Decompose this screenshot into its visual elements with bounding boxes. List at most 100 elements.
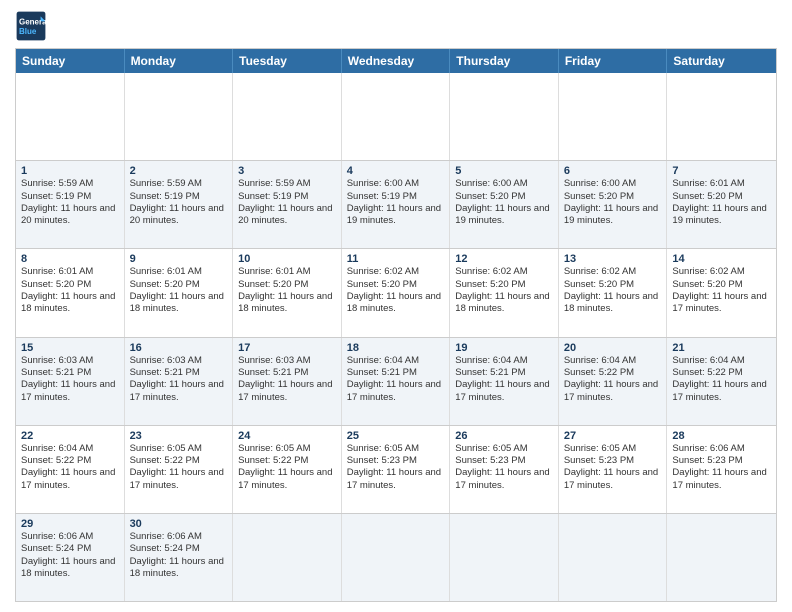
- calendar: SundayMondayTuesdayWednesdayThursdayFrid…: [15, 48, 777, 602]
- day-info: Sunrise: 6:02 AMSunset: 5:20 PMDaylight:…: [564, 266, 662, 315]
- day-number: 3: [238, 165, 336, 177]
- day-info: Sunrise: 6:04 AMSunset: 5:22 PMDaylight:…: [672, 355, 771, 404]
- day-cell-17: 17Sunrise: 6:03 AMSunset: 5:21 PMDayligh…: [233, 338, 342, 425]
- day-number: 21: [672, 342, 771, 354]
- day-info: Sunrise: 6:04 AMSunset: 5:21 PMDaylight:…: [455, 355, 553, 404]
- calendar-row-2: 1Sunrise: 5:59 AMSunset: 5:19 PMDaylight…: [16, 160, 776, 248]
- day-number: 6: [564, 165, 662, 177]
- day-cell-21: 21Sunrise: 6:04 AMSunset: 5:22 PMDayligh…: [667, 338, 776, 425]
- day-cell-11: 11Sunrise: 6:02 AMSunset: 5:20 PMDayligh…: [342, 249, 451, 336]
- calendar-row-1: [16, 73, 776, 160]
- day-of-week-sunday: Sunday: [16, 49, 125, 73]
- day-info: Sunrise: 6:02 AMSunset: 5:20 PMDaylight:…: [455, 266, 553, 315]
- calendar-row-3: 8Sunrise: 6:01 AMSunset: 5:20 PMDaylight…: [16, 248, 776, 336]
- day-info: Sunrise: 6:06 AMSunset: 5:24 PMDaylight:…: [130, 531, 228, 580]
- day-cell-4: 4Sunrise: 6:00 AMSunset: 5:19 PMDaylight…: [342, 161, 451, 248]
- day-number: 9: [130, 253, 228, 265]
- empty-cell: [559, 73, 668, 160]
- day-cell-29: 29Sunrise: 6:06 AMSunset: 5:24 PMDayligh…: [16, 514, 125, 601]
- day-cell-18: 18Sunrise: 6:04 AMSunset: 5:21 PMDayligh…: [342, 338, 451, 425]
- day-info: Sunrise: 6:01 AMSunset: 5:20 PMDaylight:…: [672, 178, 771, 227]
- day-of-week-wednesday: Wednesday: [342, 49, 451, 73]
- empty-cell: [667, 73, 776, 160]
- empty-cell: [125, 73, 234, 160]
- calendar-row-4: 15 Sunrise: 6:03 AMSunset: 5:21 PMDayligh…: [16, 337, 776, 425]
- day-number: 20: [564, 342, 662, 354]
- empty-cell: [450, 73, 559, 160]
- day-cell-28: 28Sunrise: 6:06 AMSunset: 5:23 PMDayligh…: [667, 426, 776, 513]
- day-info: Sunrise: 6:05 AMSunset: 5:23 PMDaylight:…: [455, 443, 553, 492]
- day-info: Sunrise: 6:03 AMSunset: 5:21 PMDaylight:…: [238, 355, 336, 404]
- day-info: Sunrise: 6:00 AMSunset: 5:20 PMDaylight:…: [455, 178, 553, 227]
- day-info: Sunrise: 6:03 AMSunset: 5:21 PMDaylight:…: [130, 355, 228, 404]
- day-info: Sunrise: 5:59 AMSunset: 5:19 PMDaylight:…: [130, 178, 228, 227]
- day-number: 18: [347, 342, 445, 354]
- day-info: Sunrise: 6:02 AMSunset: 5:20 PMDaylight:…: [672, 266, 771, 315]
- day-info: Sunrise: 6:00 AMSunset: 5:19 PMDaylight:…: [347, 178, 445, 227]
- day-info: Sunrise: 6:05 AMSunset: 5:23 PMDaylight:…: [347, 443, 445, 492]
- day-cell-23: 23Sunrise: 6:05 AMSunset: 5:22 PMDayligh…: [125, 426, 234, 513]
- day-info: Sunrise: 6:00 AMSunset: 5:20 PMDaylight:…: [564, 178, 662, 227]
- day-number: 12: [455, 253, 553, 265]
- empty-cell: [342, 514, 451, 601]
- day-info: Sunrise: 6:04 AMSunset: 5:21 PMDaylight:…: [347, 355, 445, 404]
- day-number: 23: [130, 430, 228, 442]
- day-info: Sunrise: 6:06 AMSunset: 5:23 PMDaylight:…: [672, 443, 771, 492]
- day-info: Sunrise: 6:04 AMSunset: 5:22 PMDaylight:…: [564, 355, 662, 404]
- empty-cell: [233, 73, 342, 160]
- page: General Blue SundayMondayTuesdayWednesda…: [0, 0, 792, 612]
- day-number: 16: [130, 342, 228, 354]
- day-cell-16: 16Sunrise: 6:03 AMSunset: 5:21 PMDayligh…: [125, 338, 234, 425]
- header: General Blue: [15, 10, 777, 42]
- day-cell-25: 25Sunrise: 6:05 AMSunset: 5:23 PMDayligh…: [342, 426, 451, 513]
- empty-cell: [450, 514, 559, 601]
- day-cell-22: 22Sunrise: 6:04 AMSunset: 5:22 PMDayligh…: [16, 426, 125, 513]
- day-cell-30: 30Sunrise: 6:06 AMSunset: 5:24 PMDayligh…: [125, 514, 234, 601]
- day-number: 24: [238, 430, 336, 442]
- empty-cell: [16, 73, 125, 160]
- day-cell-15: 15Sunrise: 6:03 AMSunset: 5:21 PMDayligh…: [16, 338, 125, 425]
- day-cell-10: 10Sunrise: 6:01 AMSunset: 5:20 PMDayligh…: [233, 249, 342, 336]
- day-number: 27: [564, 430, 662, 442]
- day-of-week-saturday: Saturday: [667, 49, 776, 73]
- empty-cell: [342, 73, 451, 160]
- day-number: 10: [238, 253, 336, 265]
- day-cell-9: 9Sunrise: 6:01 AMSunset: 5:20 PMDaylight…: [125, 249, 234, 336]
- day-cell-13: 13Sunrise: 6:02 AMSunset: 5:20 PMDayligh…: [559, 249, 668, 336]
- day-number: 30: [130, 518, 228, 530]
- day-number: 29: [21, 518, 119, 530]
- day-info: Sunrise: 6:01 AMSunset: 5:20 PMDaylight:…: [130, 266, 228, 315]
- empty-cell: [233, 514, 342, 601]
- day-number: 13: [564, 253, 662, 265]
- day-info: Sunrise: 6:05 AMSunset: 5:22 PMDaylight:…: [238, 443, 336, 492]
- day-number: 19: [455, 342, 553, 354]
- day-cell-8: 8Sunrise: 6:01 AMSunset: 5:20 PMDaylight…: [16, 249, 125, 336]
- day-number: 15: [21, 342, 119, 354]
- day-cell-12: 12Sunrise: 6:02 AMSunset: 5:20 PMDayligh…: [450, 249, 559, 336]
- day-info: Sunrise: 6:01 AMSunset: 5:20 PMDaylight:…: [21, 266, 119, 315]
- day-number: 26: [455, 430, 553, 442]
- day-info: Sunrise: 5:59 AMSunset: 5:19 PMDaylight:…: [21, 178, 119, 227]
- day-cell-26: 26Sunrise: 6:05 AMSunset: 5:23 PMDayligh…: [450, 426, 559, 513]
- day-cell-19: 19Sunrise: 6:04 AMSunset: 5:21 PMDayligh…: [450, 338, 559, 425]
- empty-cell: [667, 514, 776, 601]
- day-number: 4: [347, 165, 445, 177]
- day-info: Sunrise: 6:06 AMSunset: 5:24 PMDaylight:…: [21, 531, 119, 580]
- day-info: Sunrise: 6:05 AMSunset: 5:23 PMDaylight:…: [564, 443, 662, 492]
- day-cell-24: 24Sunrise: 6:05 AMSunset: 5:22 PMDayligh…: [233, 426, 342, 513]
- day-number: 17: [238, 342, 336, 354]
- day-info: Sunrise: 6:01 AMSunset: 5:20 PMDaylight:…: [238, 266, 336, 315]
- day-of-week-thursday: Thursday: [450, 49, 559, 73]
- day-number: 25: [347, 430, 445, 442]
- day-number: 11: [347, 253, 445, 265]
- svg-text:Blue: Blue: [19, 27, 37, 36]
- day-info: Sunrise: 6:02 AMSunset: 5:20 PMDaylight:…: [347, 266, 445, 315]
- day-of-week-friday: Friday: [559, 49, 668, 73]
- empty-cell: [559, 514, 668, 601]
- day-cell-14: 14Sunrise: 6:02 AMSunset: 5:20 PMDayligh…: [667, 249, 776, 336]
- day-number: 28: [672, 430, 771, 442]
- day-number: 22: [21, 430, 119, 442]
- day-number: 14: [672, 253, 771, 265]
- calendar-body: 1Sunrise: 5:59 AMSunset: 5:19 PMDaylight…: [16, 73, 776, 601]
- day-info: Sunrise: 6:05 AMSunset: 5:22 PMDaylight:…: [130, 443, 228, 492]
